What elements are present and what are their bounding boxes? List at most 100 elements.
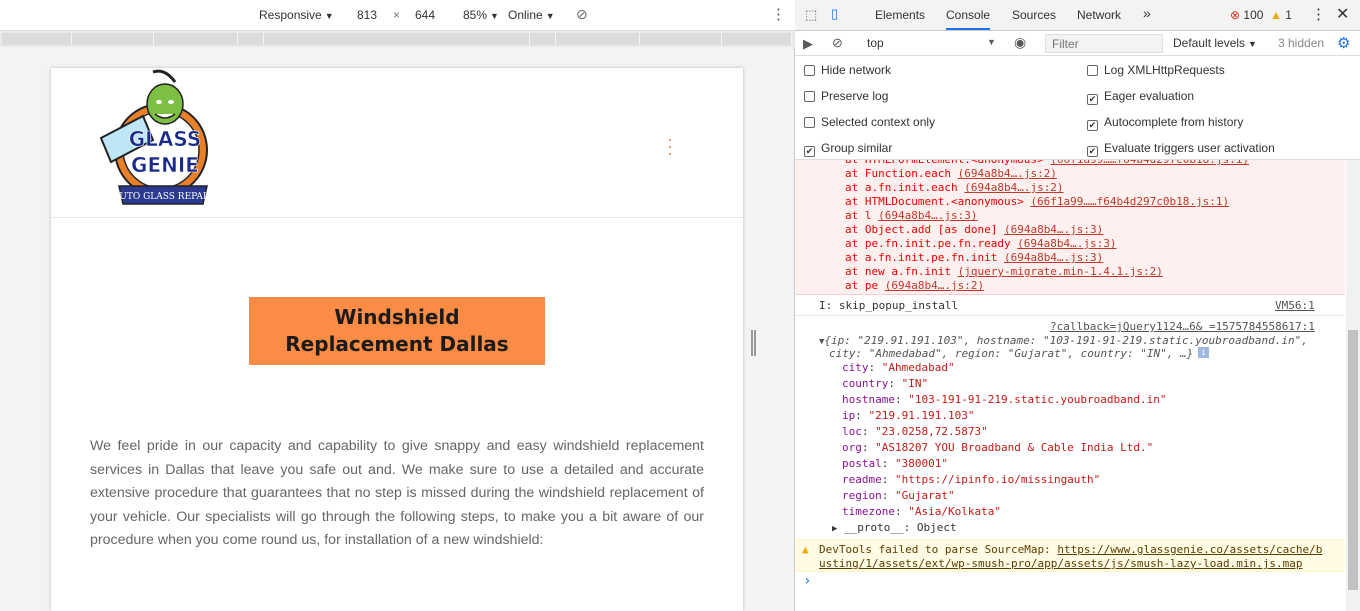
console-toolbar: ▶ ⊘ top ▼ ◉ Filter Default levels ▼ 3 hid… — [795, 31, 1360, 56]
object-property: country: "IN" — [842, 377, 929, 390]
stack-frame-link[interactable]: (694a8b4….js:3) — [1004, 223, 1103, 236]
height-input[interactable]: 644 — [415, 8, 435, 22]
checkbox[interactable] — [804, 117, 815, 128]
info-icon[interactable]: i — [1198, 347, 1209, 358]
stack-frame-link[interactable]: (694a8b4….js:3) — [878, 209, 977, 222]
checkbox-checked[interactable]: ✔ — [1087, 146, 1098, 157]
chevron-down-icon: ▼ — [1248, 39, 1257, 49]
eval-triggers-option[interactable]: ✔ Evaluate triggers user activation — [1087, 141, 1275, 157]
resize-handle[interactable] — [751, 330, 756, 356]
console-prompt[interactable]: › — [803, 573, 811, 589]
filter-placeholder: Filter — [1052, 37, 1079, 51]
chevron-down-icon[interactable]: ▼ — [987, 37, 996, 47]
stack-frame-text: at new a.fn.init — [845, 265, 958, 278]
stack-frame: at new a.fn.init (jquery-migrate.min-1.4… — [845, 265, 1163, 278]
ruler-segment[interactable] — [722, 33, 792, 45]
option-label: Selected context only — [821, 115, 936, 129]
close-icon[interactable]: ✕ — [1336, 4, 1349, 24]
ruler-segment[interactable] — [2, 33, 72, 45]
stack-frame: at a.fn.init.each (694a8b4….js:2) — [845, 181, 1064, 194]
checkbox[interactable] — [804, 91, 815, 102]
stack-frame-link[interactable]: (66f1a99……f64b4d297c0b18.js:1) — [1050, 160, 1249, 166]
sidebar-toggle-icon[interactable]: ▶ — [803, 36, 813, 52]
tab-network[interactable]: Network — [1077, 8, 1121, 22]
property-key: ip — [842, 409, 856, 422]
console-settings: Hide network Preserve log Selected conte… — [795, 56, 1360, 160]
ruler-segment[interactable] — [238, 33, 264, 45]
devtools-menu-icon[interactable]: ⋮ — [1311, 5, 1326, 23]
checkbox[interactable] — [1087, 65, 1098, 76]
tab-sources[interactable]: Sources — [1012, 8, 1056, 22]
stack-frame-link[interactable]: (694a8b4….js:3) — [1017, 237, 1116, 250]
console-scrollbar[interactable] — [1346, 160, 1360, 611]
stack-frame-link[interactable]: (694a8b4….js:2) — [964, 181, 1063, 194]
rotate-icon[interactable]: ⊘ — [576, 6, 588, 23]
stack-frame-link[interactable]: (694a8b4….js:2) — [958, 167, 1057, 180]
property-value: "Gujarat" — [895, 489, 955, 502]
mobile-menu-icon[interactable]: · · · — [665, 130, 675, 162]
device-toolbar-icon[interactable]: ▯ — [831, 6, 838, 22]
checkbox-checked[interactable]: ✔ — [1087, 94, 1098, 105]
preserve-log-option[interactable]: Preserve log — [804, 89, 888, 103]
stack-frame-link[interactable]: (694a8b4….js:3) — [1004, 251, 1103, 264]
warning-link-continued[interactable]: usting/1/assets/ext/wp-smush-pro/app/ass… — [819, 557, 1302, 570]
stack-frame-link[interactable]: (694a8b4….js:2) — [885, 279, 984, 292]
property-value: "Ahmedabad" — [881, 361, 955, 374]
zoom-select[interactable]: 85% ▼ — [463, 8, 499, 22]
object-preview[interactable]: ▼{ip: "219.91.191.103", hostname: "103-1… — [819, 334, 1308, 347]
width-input[interactable]: 813 — [357, 8, 377, 22]
autocomplete-option[interactable]: ✔ Autocomplete from history — [1087, 115, 1243, 131]
ruler-segment[interactable] — [72, 33, 154, 45]
chevron-down-icon: ▼ — [324, 11, 334, 21]
ruler-segment[interactable] — [640, 33, 722, 45]
property-value: "Asia/Kolkata" — [908, 505, 1001, 518]
stack-frame: at l (694a8b4….js:3) — [845, 209, 977, 222]
proto-entry[interactable]: ▶ __proto__: Object — [832, 521, 957, 534]
eager-eval-option[interactable]: ✔ Eager evaluation — [1087, 89, 1194, 105]
log-xhr-option[interactable]: Log XMLHttpRequests — [1087, 63, 1225, 77]
log-source-link[interactable]: VM56:1 — [1275, 299, 1315, 312]
error-count[interactable]: ⊗ 100 — [1230, 8, 1263, 22]
log-levels-select[interactable]: Default levels ▼ — [1173, 36, 1257, 50]
context-select[interactable]: top — [867, 36, 884, 50]
tab-elements[interactable]: Elements — [875, 8, 925, 22]
chevron-right-icon: ▶ — [832, 524, 838, 534]
sourcemap-warning: ▲ DevTools failed to parse SourceMap: ht… — [795, 539, 1345, 572]
warning-prefix: DevTools failed to parse SourceMap: — [819, 543, 1058, 556]
object-preview-line1: {ip: "219.91.191.103", hostname: "103-19… — [824, 334, 1308, 347]
ruler-segment[interactable] — [556, 33, 640, 45]
stack-frame-link[interactable]: (66f1a99……f64b4d297c0b18.js:1) — [1030, 195, 1229, 208]
log-source-link[interactable]: ?callback=jQuery1124…6& =1575784558617:1 — [1050, 320, 1315, 333]
warning-link[interactable]: https://www.glassgenie.co/assets/cache/b — [1057, 543, 1322, 556]
device-select[interactable]: Responsive ▼ — [259, 8, 334, 22]
checkbox-checked[interactable]: ✔ — [804, 146, 815, 157]
hide-network-option[interactable]: Hide network — [804, 63, 891, 77]
eye-icon[interactable]: ◉ — [1014, 34, 1026, 51]
option-label: Autocomplete from history — [1104, 115, 1244, 129]
tab-console[interactable]: Console — [946, 8, 991, 30]
more-options-icon[interactable]: ⋮ — [771, 5, 786, 23]
checkbox-checked[interactable]: ✔ — [1087, 120, 1098, 131]
ruler-segment[interactable] — [264, 33, 530, 45]
logo-line2: GENIE — [131, 153, 199, 177]
option-label: Hide network — [821, 63, 892, 77]
gear-icon[interactable]: ⚙ — [1337, 34, 1350, 52]
glass-genie-logo[interactable]: AUTO GLASS REPAIR GLASS GENIE — [95, 68, 215, 213]
site-header: AUTO GLASS REPAIR GLASS GENIE · · · — [51, 68, 743, 218]
inspect-element-icon[interactable]: ⬚ — [805, 7, 817, 23]
more-tabs-button[interactable]: » — [1143, 5, 1151, 21]
ruler-segment[interactable] — [530, 33, 556, 45]
logo-line1: GLASS — [129, 127, 202, 151]
stack-frame: at HTMLDocument.<anonymous> (66f1a99……f6… — [845, 195, 1229, 208]
group-similar-option[interactable]: ✔ Group similar — [804, 141, 892, 157]
stack-frame-link[interactable]: (jquery-migrate.min-1.4.1.js:2) — [958, 265, 1163, 278]
filter-input[interactable]: Filter — [1045, 34, 1163, 53]
scrollbar-thumb[interactable] — [1348, 330, 1358, 590]
clear-console-icon[interactable]: ⊘ — [832, 35, 843, 51]
ruler-segment[interactable] — [154, 33, 238, 45]
stack-frame-text: at Object.add [as done] — [845, 223, 1004, 236]
checkbox[interactable] — [804, 65, 815, 76]
throttle-select[interactable]: Online ▼ — [508, 8, 555, 22]
selected-context-option[interactable]: Selected context only — [804, 115, 935, 129]
warning-count[interactable]: ▲ 1 — [1270, 8, 1292, 22]
